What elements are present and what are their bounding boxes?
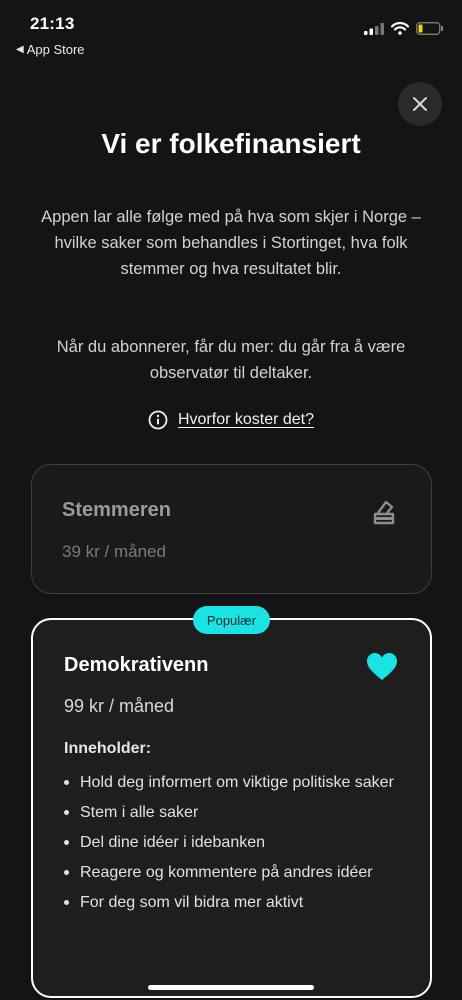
plan-name: Demokrativenn bbox=[64, 654, 209, 676]
status-icons bbox=[364, 22, 444, 35]
plan-card-stemmeren[interactable]: Stemmeren 39 kr / måned bbox=[31, 464, 432, 594]
heart-icon bbox=[367, 653, 397, 680]
ballot-box-icon bbox=[373, 500, 395, 525]
close-button[interactable] bbox=[398, 82, 442, 126]
intro-paragraph-1: Appen lar alle følge med på hva som skje… bbox=[41, 208, 421, 278]
plan-card-demokrativenn[interactable]: Demokrativenn 99 kr / måned Inneholder: … bbox=[31, 618, 432, 998]
feature-item: Hold deg informert om viktige politiske … bbox=[64, 772, 404, 794]
feature-item: Stem i alle saker bbox=[64, 802, 404, 824]
contains-heading: Inneholder: bbox=[64, 740, 152, 757]
why-link-label: Hvorfor koster det? bbox=[177, 411, 315, 428]
back-to-app-store[interactable]: ◀ App Store bbox=[16, 42, 85, 57]
cellular-signal-icon bbox=[364, 22, 384, 35]
feature-list: Hold deg informert om viktige politiske … bbox=[64, 772, 404, 922]
feature-item: For deg som vil bidra mer aktivt bbox=[64, 892, 404, 914]
plan-name: Stemmeren bbox=[62, 499, 171, 521]
back-app-label: App Store bbox=[26, 42, 85, 57]
wifi-icon bbox=[391, 22, 409, 35]
home-indicator[interactable] bbox=[148, 985, 314, 990]
feature-item: Reagere og kommentere på andres idéer bbox=[64, 862, 404, 884]
why-does-it-cost-link[interactable]: Hvorfor koster det? bbox=[0, 410, 462, 430]
feature-item: Del dine idéer i idebanken bbox=[64, 832, 404, 854]
status-time: 21:13 bbox=[30, 14, 75, 33]
page-title: Vi er folkefinansiert bbox=[101, 128, 361, 159]
intro-paragraph-2: Når du abonnerer, får du mer: du går fra… bbox=[56, 338, 406, 382]
popular-badge: Populær bbox=[193, 606, 270, 634]
close-icon bbox=[413, 97, 427, 111]
status-bar: 21:13 ◀ App Store bbox=[0, 0, 462, 62]
battery-icon bbox=[416, 22, 443, 35]
plan-price: 99 kr / måned bbox=[64, 696, 175, 716]
plan-price: 39 kr / måned bbox=[62, 542, 166, 561]
back-triangle-icon: ◀ bbox=[16, 44, 24, 55]
info-icon bbox=[148, 410, 168, 430]
